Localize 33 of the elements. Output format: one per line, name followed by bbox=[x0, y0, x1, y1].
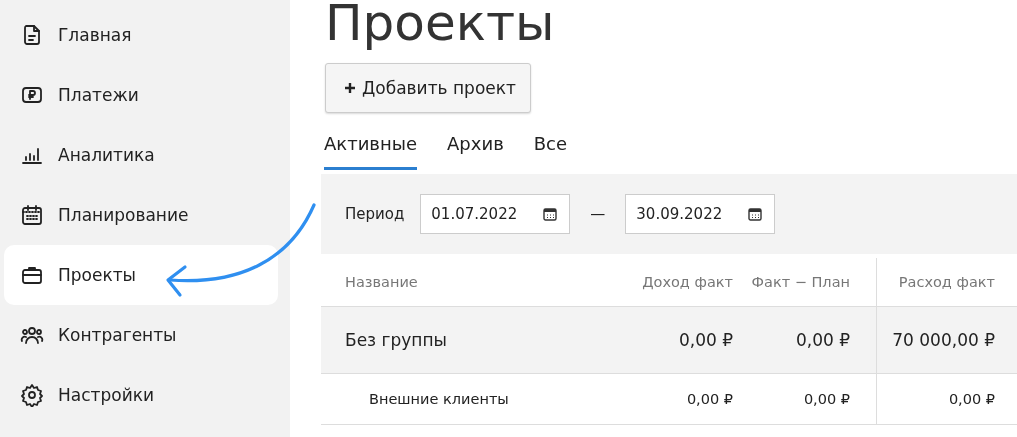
project-name: Без группы bbox=[345, 330, 447, 350]
add-project-button[interactable]: Добавить проект bbox=[325, 63, 531, 113]
column-header: Факт − План bbox=[751, 274, 850, 290]
table-cell: 0,00 ₽ bbox=[678, 330, 733, 350]
column-header: Название bbox=[345, 274, 418, 290]
column-header: Доход факт bbox=[642, 274, 733, 290]
table-cell: 0,00 ₽ bbox=[795, 330, 850, 350]
plus-icon bbox=[344, 82, 356, 94]
sidebar-item[interactable]: Контрагенты bbox=[4, 305, 278, 365]
date-field[interactable]: 30.09.2022 bbox=[625, 194, 776, 234]
page-title: Проекты bbox=[325, 0, 556, 54]
sidebar-item[interactable]: Аналитика bbox=[4, 125, 278, 185]
calendar-icon bbox=[543, 207, 558, 221]
tab[interactable]: Активные bbox=[324, 133, 418, 170]
tab[interactable]: Все bbox=[533, 133, 568, 167]
date-field[interactable]: 01.07.2022 bbox=[420, 194, 571, 234]
sidebar-item[interactable]: Платежи bbox=[4, 65, 278, 125]
column-header: Расход факт bbox=[898, 274, 995, 290]
settings-icon bbox=[20, 383, 44, 407]
table-cell: 0,00 ₽ bbox=[686, 391, 733, 407]
sidebar-item[interactable]: Планирование bbox=[4, 185, 278, 245]
sidebar-item[interactable]: Главная bbox=[4, 5, 278, 65]
table-cell: 0,00 ₽ bbox=[948, 391, 995, 407]
range-separator: — bbox=[590, 205, 606, 223]
tab[interactable]: Архив bbox=[447, 133, 504, 167]
project-name: Внешние клиенты bbox=[369, 391, 509, 407]
table-cell: 70 000,00 ₽ bbox=[892, 330, 995, 350]
sidebar-item[interactable]: Настройки bbox=[4, 365, 278, 425]
calendar-icon bbox=[20, 203, 44, 227]
period-label: Период bbox=[345, 205, 405, 223]
sidebar-item[interactable]: Проекты bbox=[4, 245, 278, 305]
calendar-icon bbox=[748, 207, 763, 221]
table-cell: 0,00 ₽ bbox=[803, 391, 850, 407]
